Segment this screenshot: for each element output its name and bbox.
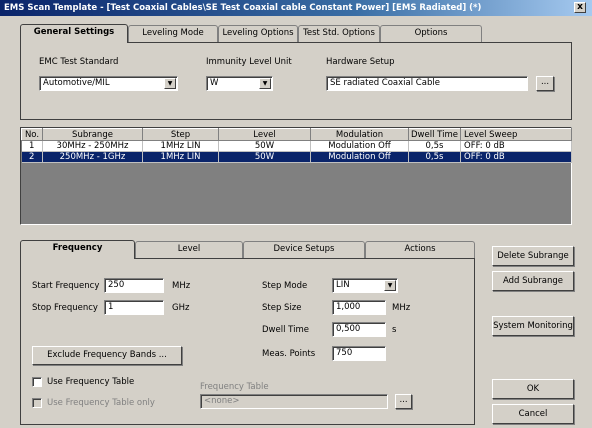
tab-leveling-mode[interactable]: Leveling Mode bbox=[128, 25, 218, 42]
scan-template-window: EMS Scan Template - [Test Coaxial Cables… bbox=[0, 0, 592, 428]
frequency-table-label: Frequency Table bbox=[200, 382, 269, 392]
column-header-level[interactable]: Level bbox=[218, 128, 311, 141]
table-header-row: No. Subrange Step Level Modulation Dwell… bbox=[21, 128, 572, 141]
column-header-level-sweep[interactable]: Level Sweep bbox=[460, 128, 572, 141]
cell-step: 1MHz LIN bbox=[142, 140, 219, 152]
step-size-input[interactable]: 1,000 bbox=[332, 300, 386, 315]
subrange-table: No. Subrange Step Level Modulation Dwell… bbox=[20, 127, 572, 225]
title-bar: EMS Scan Template - [Test Coaxial Cables… bbox=[0, 0, 592, 16]
cell-modulation: Modulation Off bbox=[310, 151, 409, 163]
dwell-time-label: Dwell Time bbox=[262, 325, 309, 335]
hardware-setup-label: Hardware Setup bbox=[326, 57, 395, 67]
tab-leveling-options[interactable]: Leveling Options bbox=[218, 25, 298, 42]
hardware-setup-field[interactable]: SE radiated Coaxial Cable bbox=[326, 76, 528, 91]
emc-test-standard-label: EMC Test Standard bbox=[39, 57, 119, 67]
dwell-time-input[interactable]: 0,500 bbox=[332, 322, 386, 337]
use-frequency-table-only-checkbox[interactable] bbox=[32, 398, 42, 408]
step-size-label: Step Size bbox=[262, 303, 302, 313]
use-frequency-table-checkbox[interactable] bbox=[32, 377, 42, 387]
cell-step: 1MHz LIN bbox=[142, 151, 219, 163]
immunity-level-unit-label: Immunity Level Unit bbox=[206, 57, 292, 67]
add-subrange-button[interactable]: Add Subrange bbox=[492, 271, 574, 291]
column-header-dwell-time[interactable]: Dwell Time bbox=[408, 128, 461, 141]
stop-frequency-input[interactable]: 1 bbox=[104, 300, 164, 315]
step-mode-label: Step Mode bbox=[262, 281, 308, 291]
column-header-modulation[interactable]: Modulation bbox=[310, 128, 409, 141]
step-mode-value: LIN bbox=[336, 280, 350, 290]
tab-frequency[interactable]: Frequency bbox=[20, 240, 135, 259]
cancel-button[interactable]: Cancel bbox=[492, 404, 574, 424]
stop-frequency-label: Stop Frequency bbox=[32, 303, 98, 313]
chevron-down-icon[interactable]: ▼ bbox=[164, 78, 176, 89]
cell-modulation: Modulation Off bbox=[310, 140, 409, 152]
meas-points-input[interactable]: 750 bbox=[332, 346, 386, 361]
cell-level-sweep: OFF: 0 dB bbox=[460, 140, 572, 152]
chevron-down-icon[interactable]: ▼ bbox=[384, 280, 396, 291]
emc-test-standard-select[interactable]: Automotive/MIL ▼ bbox=[39, 76, 178, 91]
column-header-step[interactable]: Step bbox=[142, 128, 219, 141]
exclude-frequency-bands-button[interactable]: Exclude Frequency Bands ... bbox=[32, 346, 182, 365]
tab-device-setups[interactable]: Device Setups bbox=[243, 241, 365, 258]
meas-points-label: Meas. Points bbox=[262, 349, 316, 359]
use-frequency-table-label: Use Frequency Table bbox=[47, 377, 135, 387]
step-size-unit: MHz bbox=[392, 303, 411, 313]
cell-level-sweep: OFF: 0 dB bbox=[460, 151, 572, 163]
window-title: EMS Scan Template - [Test Coaxial Cables… bbox=[4, 3, 482, 13]
table-row-selected[interactable]: 2 250MHz - 1GHz 1MHz LIN 50W Modulation … bbox=[21, 151, 572, 163]
cell-dwell-time: 0,5s bbox=[408, 151, 461, 163]
column-header-subrange[interactable]: Subrange bbox=[42, 128, 143, 141]
dwell-time-unit: s bbox=[392, 325, 397, 335]
tab-general-settings[interactable]: General Settings bbox=[20, 24, 128, 43]
cell-dwell-time: 0,5s bbox=[408, 140, 461, 152]
tab-options[interactable]: Options bbox=[380, 25, 482, 42]
cell-level: 50W bbox=[218, 140, 311, 152]
column-header-no[interactable]: No. bbox=[21, 128, 43, 141]
tab-actions[interactable]: Actions bbox=[365, 241, 475, 258]
hardware-setup-value: SE radiated Coaxial Cable bbox=[330, 78, 440, 88]
hardware-setup-browse-button[interactable]: ... bbox=[536, 76, 554, 91]
immunity-level-unit-value: W bbox=[210, 78, 219, 88]
chevron-down-icon[interactable]: ▼ bbox=[259, 78, 271, 89]
start-frequency-label: Start Frequency bbox=[32, 281, 100, 291]
cell-level: 50W bbox=[218, 151, 311, 163]
table-row[interactable]: 1 30MHz - 250MHz 1MHz LIN 50W Modulation… bbox=[21, 140, 572, 152]
step-mode-select[interactable]: LIN ▼ bbox=[332, 278, 398, 293]
frequency-table-field[interactable]: <none> bbox=[200, 394, 388, 409]
ok-button[interactable]: OK bbox=[492, 379, 574, 399]
cell-subrange: 250MHz - 1GHz bbox=[42, 151, 143, 163]
emc-test-standard-value: Automotive/MIL bbox=[43, 78, 110, 88]
frequency-table-browse-button[interactable]: ... bbox=[395, 394, 412, 409]
tab-level[interactable]: Level bbox=[135, 241, 243, 258]
start-frequency-unit: MHz bbox=[172, 281, 191, 291]
use-frequency-table-only-label: Use Frequency Table only bbox=[47, 398, 155, 408]
stop-frequency-unit: GHz bbox=[172, 303, 190, 313]
close-icon[interactable]: x bbox=[574, 2, 586, 13]
immunity-level-unit-select[interactable]: W ▼ bbox=[206, 76, 273, 91]
delete-subrange-button[interactable]: Delete Subrange bbox=[492, 246, 574, 266]
cell-subrange: 30MHz - 250MHz bbox=[42, 140, 143, 152]
start-frequency-input[interactable]: 250 bbox=[104, 278, 164, 293]
system-monitoring-button[interactable]: System Monitoring bbox=[492, 316, 574, 336]
cell-no: 1 bbox=[21, 140, 43, 152]
cell-no: 2 bbox=[21, 151, 43, 163]
tab-test-std-options[interactable]: Test Std. Options bbox=[298, 25, 380, 42]
